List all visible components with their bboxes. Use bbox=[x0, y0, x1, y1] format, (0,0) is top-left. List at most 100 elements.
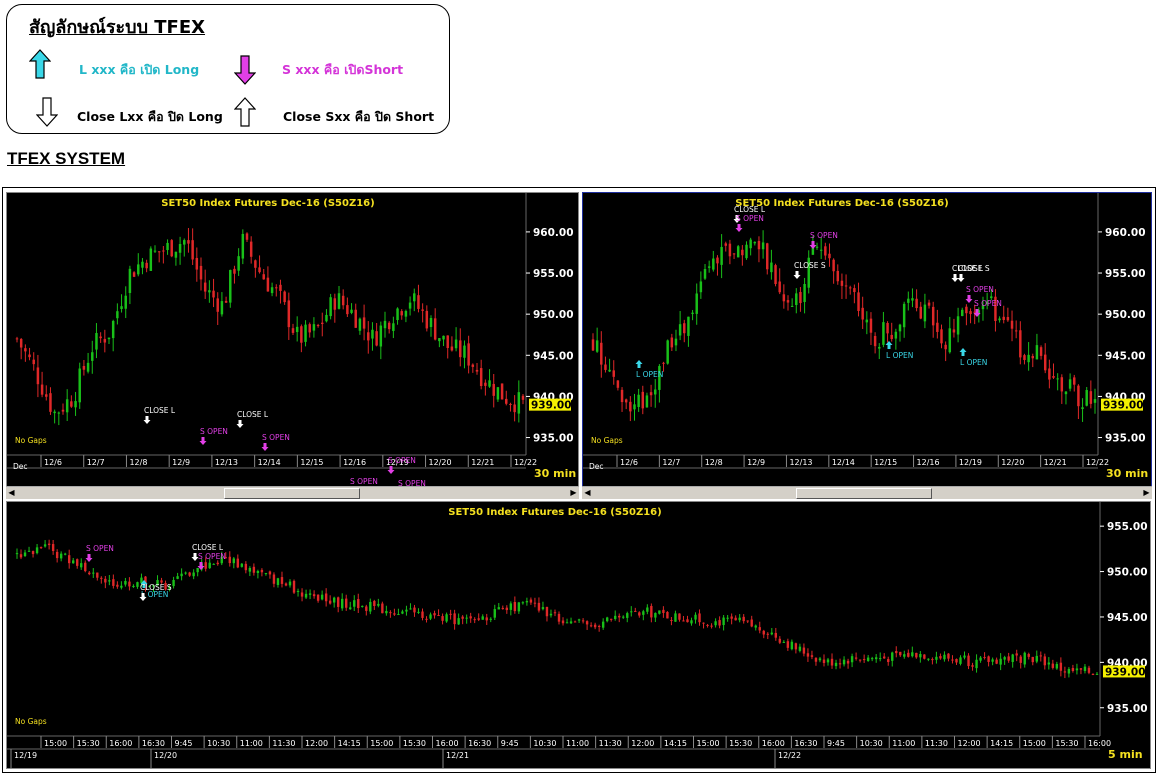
candle-body bbox=[433, 318, 437, 340]
candle-body bbox=[287, 300, 291, 328]
candle-body bbox=[869, 318, 873, 333]
candle-body bbox=[923, 304, 927, 322]
x-tick-label: 16:00 bbox=[1088, 739, 1111, 748]
scroll-right-arrow-icon[interactable]: ▶ bbox=[568, 487, 579, 499]
candle-body bbox=[959, 657, 962, 664]
candle-body bbox=[505, 398, 508, 404]
x-tick-label: 14:15 bbox=[664, 739, 687, 748]
candle-body bbox=[1019, 656, 1022, 663]
last-price-label: 939.00 bbox=[1105, 666, 1146, 678]
scroll-right-arrow-icon[interactable]: ▶ bbox=[1141, 487, 1152, 499]
candle-body bbox=[919, 306, 922, 319]
chart-svg: SET50 Index Futures Dec-16 (S50Z16) 955.0… bbox=[7, 502, 1150, 768]
scroll-thumb[interactable] bbox=[796, 488, 932, 499]
chart-background bbox=[7, 502, 1150, 768]
candle-body bbox=[537, 602, 541, 611]
x-tick-label: 12/14 bbox=[258, 458, 281, 467]
candle-body bbox=[1087, 667, 1091, 673]
candle-body bbox=[469, 616, 472, 619]
candle-body bbox=[400, 311, 403, 316]
scroll-left-arrow-icon[interactable]: ◀ bbox=[6, 487, 17, 499]
x-tick-label: 16:30 bbox=[142, 739, 165, 748]
candle-body bbox=[346, 305, 349, 315]
candle-body bbox=[300, 592, 304, 597]
candle-body bbox=[449, 613, 452, 615]
candle-body bbox=[911, 652, 914, 657]
candle-body bbox=[19, 554, 23, 558]
candle-body bbox=[824, 246, 827, 256]
candle-body bbox=[790, 641, 794, 650]
candle-body bbox=[1093, 399, 1097, 403]
chart-panel-right[interactable]: SET50 Index Futures Dec-16 (S50Z16) 960.0… bbox=[582, 192, 1152, 488]
candle-body bbox=[1063, 671, 1067, 673]
candle-body bbox=[170, 240, 173, 257]
candle-body bbox=[132, 585, 135, 587]
scroll-thumb[interactable] bbox=[224, 488, 360, 499]
candle-body bbox=[43, 544, 47, 547]
scrollbar-right[interactable]: ◀ ▶ bbox=[582, 486, 1152, 499]
candle-body bbox=[894, 331, 898, 339]
candle-body bbox=[67, 555, 71, 564]
candle-body bbox=[212, 563, 215, 565]
candle-body bbox=[935, 656, 938, 660]
candle-body bbox=[975, 659, 978, 669]
no-gaps-label: No Gaps bbox=[15, 436, 47, 445]
candle-body bbox=[358, 318, 362, 331]
candle-body bbox=[15, 338, 19, 340]
candle-body bbox=[23, 552, 27, 557]
candle-body bbox=[861, 307, 864, 320]
candle-body bbox=[304, 593, 308, 598]
candle-body bbox=[429, 614, 432, 619]
candle-body bbox=[1068, 379, 1072, 389]
candle-body bbox=[645, 395, 649, 408]
candle-body bbox=[216, 298, 219, 312]
candle-body bbox=[401, 611, 404, 614]
candle-body bbox=[187, 240, 190, 244]
candle-body bbox=[971, 665, 974, 667]
x-tick-label: 15:30 bbox=[729, 739, 752, 748]
candle-body bbox=[266, 277, 270, 292]
candle-body bbox=[1055, 663, 1059, 669]
candle-body bbox=[379, 325, 383, 347]
candle-body bbox=[350, 309, 353, 313]
candle-body bbox=[203, 282, 207, 292]
x-tick-label: 12/20 bbox=[429, 458, 452, 467]
candle-body bbox=[898, 324, 902, 332]
candle-body bbox=[666, 340, 669, 364]
x-tick-label: 14:15 bbox=[338, 739, 361, 748]
candle-body bbox=[903, 654, 906, 657]
candle-body bbox=[844, 285, 848, 287]
signal-label: S OPEN bbox=[86, 544, 114, 553]
candle-body bbox=[332, 597, 336, 603]
candle-body bbox=[795, 293, 798, 305]
candle-body bbox=[887, 659, 890, 662]
candle-body bbox=[45, 394, 48, 397]
candle-body bbox=[1083, 666, 1087, 671]
candle-body bbox=[757, 240, 761, 250]
y-tick-label: 955.00 bbox=[1107, 521, 1148, 533]
date-label: 12/19 bbox=[14, 751, 37, 760]
candle-body bbox=[687, 316, 690, 336]
candle-body bbox=[728, 243, 732, 257]
candle-body bbox=[51, 544, 55, 551]
candle-body bbox=[361, 605, 364, 607]
candle-body bbox=[184, 572, 187, 574]
x-tick-label: 12/15 bbox=[300, 458, 323, 467]
candle-body bbox=[477, 618, 480, 620]
candle-body bbox=[433, 613, 436, 616]
candle-body bbox=[183, 240, 186, 245]
candle-body bbox=[952, 329, 956, 333]
candle-body bbox=[453, 613, 456, 625]
candle-body bbox=[890, 334, 893, 339]
candle-body bbox=[637, 394, 640, 408]
chart-panel-bottom[interactable]: SET50 Index Futures Dec-16 (S50Z16) 955.0… bbox=[6, 501, 1151, 769]
candle-body bbox=[291, 328, 295, 333]
candle-body bbox=[649, 392, 653, 396]
chart-panel-left[interactable]: SET50 Index Futures Dec-16 (S50Z16) 960.0… bbox=[6, 192, 579, 488]
y-tick-label: 945.00 bbox=[1105, 350, 1146, 362]
x-tick-label: 12/21 bbox=[471, 458, 494, 467]
scrollbar-left[interactable]: ◀ ▶ bbox=[6, 486, 579, 499]
signal-label: S OPEN bbox=[388, 456, 416, 465]
candle-body bbox=[228, 556, 231, 564]
scroll-left-arrow-icon[interactable]: ◀ bbox=[582, 487, 593, 499]
